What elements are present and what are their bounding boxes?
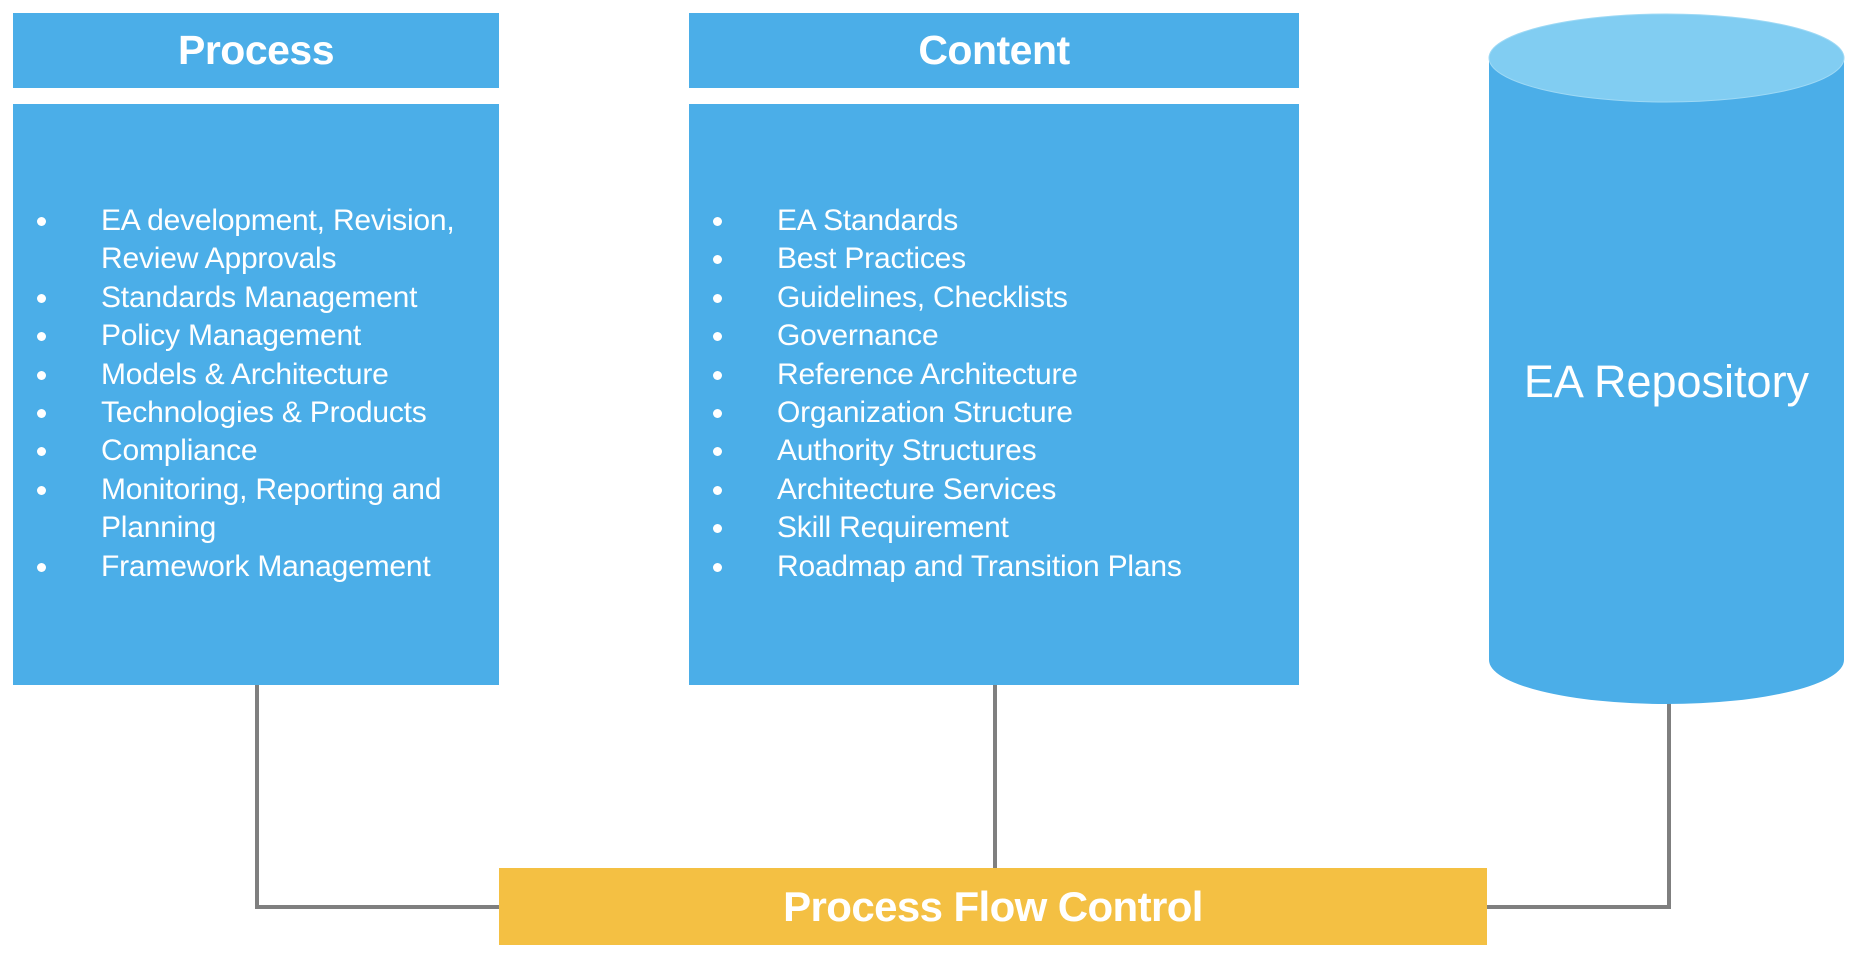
list-item-text: Monitoring, Reporting and [101, 472, 442, 506]
process-header: Process [13, 13, 499, 88]
process-flow-control-label: Process Flow Control [783, 882, 1203, 930]
list-item: Standards Management [37, 279, 501, 317]
bullet-icon [37, 447, 46, 457]
content-body: EA Standards Best Practices Guidelines, Ch… [689, 104, 1299, 685]
list-item-continuation: Review Approvals [101, 240, 501, 278]
process-item-list: EA development, Revision, Review Approval… [37, 202, 501, 586]
list-item-text: Reference Architecture [777, 357, 1078, 391]
list-item: Policy Management [37, 317, 501, 355]
list-item: Architecture Services [713, 471, 1287, 509]
connector-process-vertical [255, 684, 259, 909]
connector-repository-horizontal [1485, 905, 1671, 909]
list-item: Compliance [37, 432, 501, 470]
list-item-text: Review Approvals [101, 242, 337, 276]
list-item: Authority Structures [713, 432, 1287, 470]
list-item-text: Governance [777, 319, 939, 353]
bullet-icon [37, 409, 46, 419]
list-item: EA development, Revision, [37, 202, 501, 240]
bullet-icon [713, 217, 722, 226]
bullet-icon [37, 562, 46, 572]
list-item-continuation: Planning [101, 509, 501, 547]
connector-content-vertical [993, 684, 997, 870]
bullet-icon [713, 562, 722, 572]
bullet-icon [713, 293, 722, 303]
bullet-icon [713, 524, 722, 534]
list-item-text: Guidelines, Checklists [777, 280, 1068, 314]
list-item-text: Technologies & Products [101, 396, 427, 430]
list-item: Organization Structure [713, 394, 1287, 432]
list-item-text: Authority Structures [777, 434, 1037, 468]
process-flow-control-box: Process Flow Control [499, 868, 1487, 945]
bullet-icon [713, 485, 722, 495]
bullet-icon [37, 485, 46, 495]
bullet-icon [713, 409, 722, 419]
content-item-list: EA Standards Best Practices Guidelines, Ch… [713, 202, 1287, 586]
bullet-icon [713, 447, 722, 457]
list-item: Monitoring, Reporting and [37, 471, 501, 509]
bullet-icon [713, 370, 722, 380]
bullet-icon [37, 293, 46, 303]
list-item: Guidelines, Checklists [713, 279, 1287, 317]
list-item: Technologies & Products [37, 394, 501, 432]
connector-process-horizontal [255, 905, 501, 909]
list-item-text: Framework Management [101, 549, 431, 583]
bullet-icon [713, 332, 722, 342]
bullet-icon [37, 217, 46, 226]
list-item-text: Architecture Services [777, 472, 1057, 506]
list-item: Best Practices [713, 240, 1287, 278]
list-item: Framework Management [37, 548, 501, 586]
list-item-text: EA development, Revision, [101, 204, 455, 237]
bullet-icon [37, 370, 46, 380]
repository-cylinder-top [1488, 13, 1845, 103]
list-item-text: Planning [101, 511, 217, 545]
content-header: Content [689, 13, 1299, 88]
list-item-text: Models & Architecture [101, 357, 389, 391]
list-item-text: Skill Requirement [777, 511, 1009, 545]
list-item: Models & Architecture [37, 356, 501, 394]
list-item-text: Best Practices [777, 242, 966, 276]
list-item: EA Standards [713, 202, 1287, 240]
list-item: Reference Architecture [713, 356, 1287, 394]
bullet-icon [713, 255, 722, 265]
connector-repository-vertical [1667, 700, 1671, 909]
content-title: Content [918, 27, 1070, 73]
list-item: Skill Requirement [713, 509, 1287, 547]
list-item-text: EA Standards [777, 204, 959, 237]
bullet-icon [37, 332, 46, 342]
list-item: Governance [713, 317, 1287, 355]
list-item: Roadmap and Transition Plans [713, 548, 1287, 586]
list-item-text: Compliance [101, 434, 258, 468]
process-body: EA development, Revision, Review Approval… [13, 104, 499, 685]
process-title: Process [177, 27, 335, 73]
list-item-text: Policy Management [101, 319, 362, 353]
list-item-text: Standards Management [101, 280, 418, 314]
list-item-text: Roadmap and Transition Plans [777, 549, 1182, 583]
list-item-text: Organization Structure [777, 396, 1073, 430]
repository-label: EA Repository [1523, 356, 1810, 407]
